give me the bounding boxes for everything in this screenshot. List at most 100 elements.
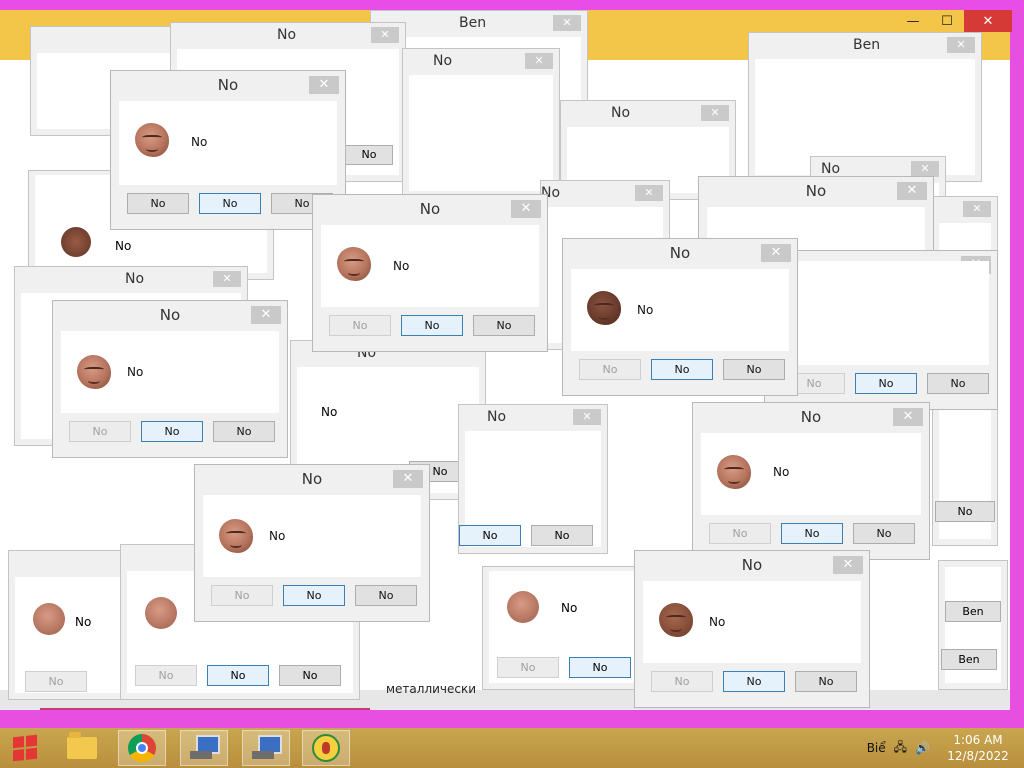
- browser-text-ghost: металлически: [386, 682, 477, 696]
- no-button-default[interactable]: No: [207, 665, 269, 686]
- no-button-default[interactable]: No: [569, 657, 631, 678]
- no-button-default[interactable]: No: [855, 373, 917, 394]
- no-button-default[interactable]: No: [283, 585, 345, 606]
- face-icon: [337, 247, 371, 281]
- no-button[interactable]: No: [355, 585, 417, 606]
- dialog-message: No: [127, 365, 144, 379]
- dialog-fragment: Ben Ben: [938, 560, 1008, 690]
- close-icon[interactable]: ✕: [833, 556, 863, 574]
- computer-icon: [252, 735, 282, 761]
- system-tray: Biể 🖧 🔊 1:06 AM 12/8/2022: [867, 728, 1024, 768]
- no-button-default[interactable]: No: [199, 193, 261, 214]
- close-icon[interactable]: ✕: [897, 182, 927, 200]
- no-button[interactable]: No: [531, 525, 593, 546]
- message-dialog: No ✕ No No No No: [692, 402, 930, 560]
- dialog-message: No: [773, 465, 790, 479]
- dialog-title: No: [611, 105, 631, 121]
- computer-icon: [190, 735, 220, 761]
- dialog-title: No: [487, 409, 507, 425]
- no-button[interactable]: No: [279, 665, 341, 686]
- input-language-indicator[interactable]: Biể: [867, 741, 886, 755]
- close-icon[interactable]: ✕: [947, 37, 975, 53]
- no-button-disabled: No: [329, 315, 391, 336]
- dialog-title: No: [433, 53, 453, 69]
- file-explorer-icon: [67, 732, 97, 759]
- dialog-title: No: [125, 271, 145, 287]
- no-button-disabled: No: [135, 665, 197, 686]
- close-button[interactable]: ✕: [964, 10, 1012, 32]
- close-icon[interactable]: ✕: [553, 15, 581, 31]
- no-button[interactable]: No: [345, 145, 393, 165]
- message-dialog: No ✕ No No No No: [562, 238, 798, 396]
- glitch-edge: [1010, 10, 1024, 728]
- close-icon[interactable]: ✕: [701, 105, 729, 121]
- taskbar-chrome[interactable]: [118, 730, 166, 766]
- no-button-default[interactable]: No: [401, 315, 463, 336]
- clock[interactable]: 1:06 AM 12/8/2022: [938, 732, 1018, 764]
- dialog-title: No: [277, 27, 297, 43]
- no-button[interactable]: No: [213, 421, 275, 442]
- close-icon[interactable]: ✕: [213, 271, 241, 287]
- minimize-button[interactable]: —: [896, 10, 930, 32]
- dialog-title: Ben: [853, 37, 881, 53]
- close-icon[interactable]: ✕: [393, 470, 423, 488]
- maximize-button[interactable]: ☐: [930, 10, 964, 32]
- no-button-disabled: No: [69, 421, 131, 442]
- dialog-fragment: No ✕: [402, 48, 560, 198]
- taskbar-file-explorer[interactable]: [58, 730, 106, 766]
- glitch-band: [0, 710, 1024, 728]
- close-icon[interactable]: ✕: [525, 53, 553, 69]
- no-button[interactable]: No: [927, 373, 989, 394]
- close-icon[interactable]: ✕: [251, 306, 281, 324]
- message-dialog: ✕ No No No: [764, 250, 998, 410]
- no-button[interactable]: No: [795, 671, 857, 692]
- clock-time: 1:06 AM: [953, 733, 1003, 747]
- face-icon: [61, 227, 91, 257]
- start-button[interactable]: [0, 728, 50, 768]
- no-button[interactable]: No: [459, 525, 521, 546]
- dialog-fragment: No No: [8, 550, 132, 700]
- no-button-disabled: No: [211, 585, 273, 606]
- no-button[interactable]: No: [723, 359, 785, 380]
- ben-button[interactable]: Ben: [941, 649, 997, 670]
- close-icon[interactable]: ✕: [573, 409, 601, 425]
- face-icon: [77, 355, 111, 389]
- dialog-message: No: [709, 615, 726, 629]
- ben-button[interactable]: Ben: [945, 601, 1001, 622]
- game-icon: [312, 734, 340, 762]
- dialog-title: No: [821, 161, 841, 177]
- no-button-disabled: No: [25, 671, 87, 692]
- no-button[interactable]: No: [473, 315, 535, 336]
- no-button-default[interactable]: No: [651, 359, 713, 380]
- volume-icon[interactable]: 🔊: [915, 741, 930, 755]
- network-icon[interactable]: 🖧: [894, 738, 907, 759]
- message-dialog: No ✕ No No No No: [194, 464, 430, 622]
- close-icon[interactable]: ✕: [963, 201, 991, 217]
- message-dialog: No ✕ No No No No: [634, 550, 870, 708]
- close-icon[interactable]: ✕: [511, 200, 541, 218]
- taskbar-computer-1[interactable]: [180, 730, 228, 766]
- no-button-default[interactable]: No: [723, 671, 785, 692]
- face-icon: [659, 603, 693, 637]
- taskbar-computer-2[interactable]: [242, 730, 290, 766]
- close-icon[interactable]: ✕: [893, 408, 923, 426]
- no-button[interactable]: No: [853, 523, 915, 544]
- glitch-stripe: [0, 0, 1024, 10]
- dialog-message: No: [191, 135, 208, 149]
- close-icon[interactable]: ✕: [635, 185, 663, 201]
- close-icon[interactable]: ✕: [309, 76, 339, 94]
- close-icon[interactable]: ✕: [911, 161, 939, 177]
- face-icon: [135, 123, 169, 157]
- close-icon[interactable]: ✕: [761, 244, 791, 262]
- dialog-fragment: No ✕ No No: [458, 404, 608, 554]
- dialog-message: No: [75, 615, 92, 629]
- face-icon: [219, 519, 253, 553]
- no-button-default[interactable]: No: [781, 523, 843, 544]
- taskbar-game[interactable]: [302, 730, 350, 766]
- no-button[interactable]: No: [935, 501, 995, 522]
- no-button-disabled: No: [709, 523, 771, 544]
- face-icon: [33, 603, 65, 635]
- no-button-default[interactable]: No: [141, 421, 203, 442]
- close-icon[interactable]: ✕: [371, 27, 399, 43]
- no-button[interactable]: No: [127, 193, 189, 214]
